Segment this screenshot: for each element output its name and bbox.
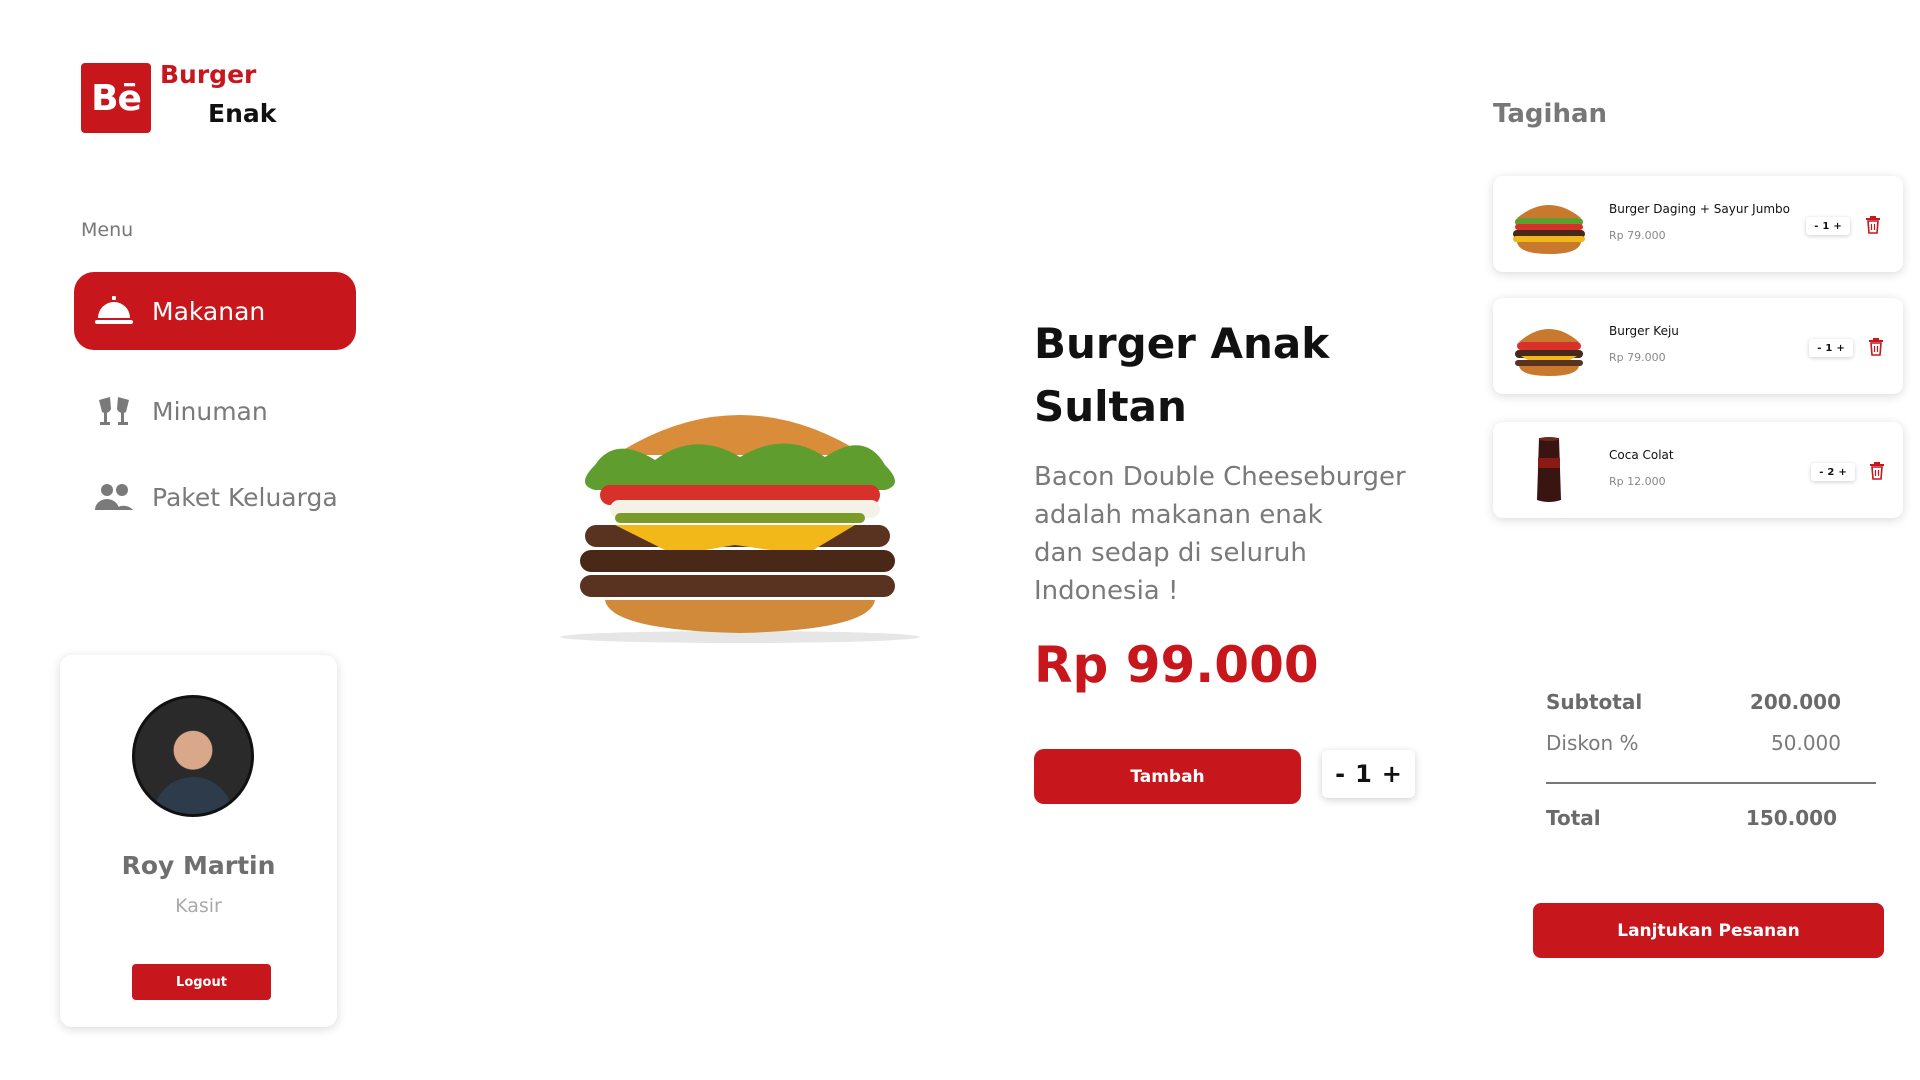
bill-item-name: Burger Daging + Sayur Jumbo xyxy=(1609,202,1790,216)
bill-item-price: Rp 79.000 xyxy=(1609,229,1666,242)
subtotal-value: 200.000 xyxy=(1749,690,1841,714)
decrement-button[interactable]: - xyxy=(1817,343,1821,354)
increment-button[interactable]: + xyxy=(1833,221,1841,232)
cheers-icon xyxy=(94,391,134,431)
total-row: Total 150.000 xyxy=(1546,806,1837,830)
bill-item-name: Burger Keju xyxy=(1609,324,1679,338)
brand-name-line1: Burger xyxy=(160,60,257,89)
bill-item-thumbnail xyxy=(1513,205,1585,254)
avatar xyxy=(132,695,254,817)
product-description: Bacon Double Cheeseburger adalah makanan… xyxy=(1034,462,1406,606)
quantity-value: 1 xyxy=(1355,760,1372,788)
sidebar-item-paket-keluarga[interactable]: Paket Keluarga xyxy=(74,458,356,536)
discount-label: Diskon % xyxy=(1546,731,1639,755)
brand-name-line2: Enak xyxy=(208,99,277,128)
sidebar-item-minuman[interactable]: Minuman xyxy=(74,372,356,450)
cloche-icon xyxy=(94,291,134,331)
quantity-value: 1 xyxy=(1822,220,1830,232)
decrement-button[interactable]: - xyxy=(1819,467,1823,478)
increment-button[interactable]: + xyxy=(1836,343,1844,354)
trash-icon[interactable] xyxy=(1865,216,1881,234)
bill-item-price: Rp 12.000 xyxy=(1609,475,1666,488)
logout-button[interactable]: Logout xyxy=(132,964,271,1000)
sidebar-item-label: Makanan xyxy=(152,296,266,326)
bill-item-thumbnail xyxy=(1515,329,1583,376)
continue-order-button[interactable]: Lanjtukan Pesanan xyxy=(1533,903,1884,958)
summary-divider xyxy=(1546,782,1876,784)
profile-role: Kasir xyxy=(175,895,222,917)
product-burger-image xyxy=(560,415,920,643)
bill-item-name: Coca Colat xyxy=(1609,448,1674,462)
users-icon xyxy=(94,477,134,517)
sidebar-item-makanan[interactable]: Makanan xyxy=(74,272,356,350)
bill-item-quantity-stepper[interactable]: - 1 + xyxy=(1809,339,1853,357)
decrement-button[interactable]: - xyxy=(1814,221,1818,232)
bill-item-price: Rp 79.000 xyxy=(1609,351,1666,364)
increment-button[interactable]: + xyxy=(1382,760,1402,788)
subtotal-row: Subtotal 200.000 xyxy=(1546,690,1841,714)
sidebar-item-label: Minuman xyxy=(152,396,268,426)
discount-value: 50.000 xyxy=(1771,731,1841,755)
total-label: Total xyxy=(1546,806,1601,830)
bill-title: Tagihan xyxy=(1493,99,1608,129)
profile-name: Roy Martin xyxy=(121,851,276,880)
quantity-value: 1 xyxy=(1825,342,1833,354)
product-title: Burger Anak Sultan xyxy=(1034,319,1330,431)
quantity-stepper[interactable]: - 1 + xyxy=(1322,750,1415,798)
trash-icon[interactable] xyxy=(1869,462,1885,480)
brand-logo-mark: Bē xyxy=(81,63,151,133)
subtotal-label: Subtotal xyxy=(1546,690,1643,714)
menu-section-label: Menu xyxy=(81,219,134,241)
add-to-cart-button[interactable]: Tambah xyxy=(1034,749,1301,804)
bill-item: Coca Colat Rp 12.000 - 2 + xyxy=(1493,422,1903,518)
bill-item-quantity-stepper[interactable]: - 2 + xyxy=(1811,463,1855,481)
bill-item: Burger Keju Rp 79.000 - 1 + xyxy=(1493,298,1903,394)
quantity-value: 2 xyxy=(1827,466,1835,478)
bill-item-quantity-stepper[interactable]: - 1 + xyxy=(1806,217,1850,235)
trash-icon[interactable] xyxy=(1868,338,1884,356)
total-value: 150.000 xyxy=(1745,806,1837,830)
bill-item-thumbnail xyxy=(1537,437,1561,502)
profile-card: Roy Martin Kasir Logout xyxy=(60,655,337,1027)
decrement-button[interactable]: - xyxy=(1335,760,1345,788)
discount-row: Diskon % 50.000 xyxy=(1546,731,1841,755)
increment-button[interactable]: + xyxy=(1838,467,1846,478)
sidebar-item-label: Paket Keluarga xyxy=(152,482,338,512)
product-price: Rp 99.000 xyxy=(1034,636,1319,694)
bill-item: Burger Daging + Sayur Jumbo Rp 79.000 - … xyxy=(1493,176,1903,272)
